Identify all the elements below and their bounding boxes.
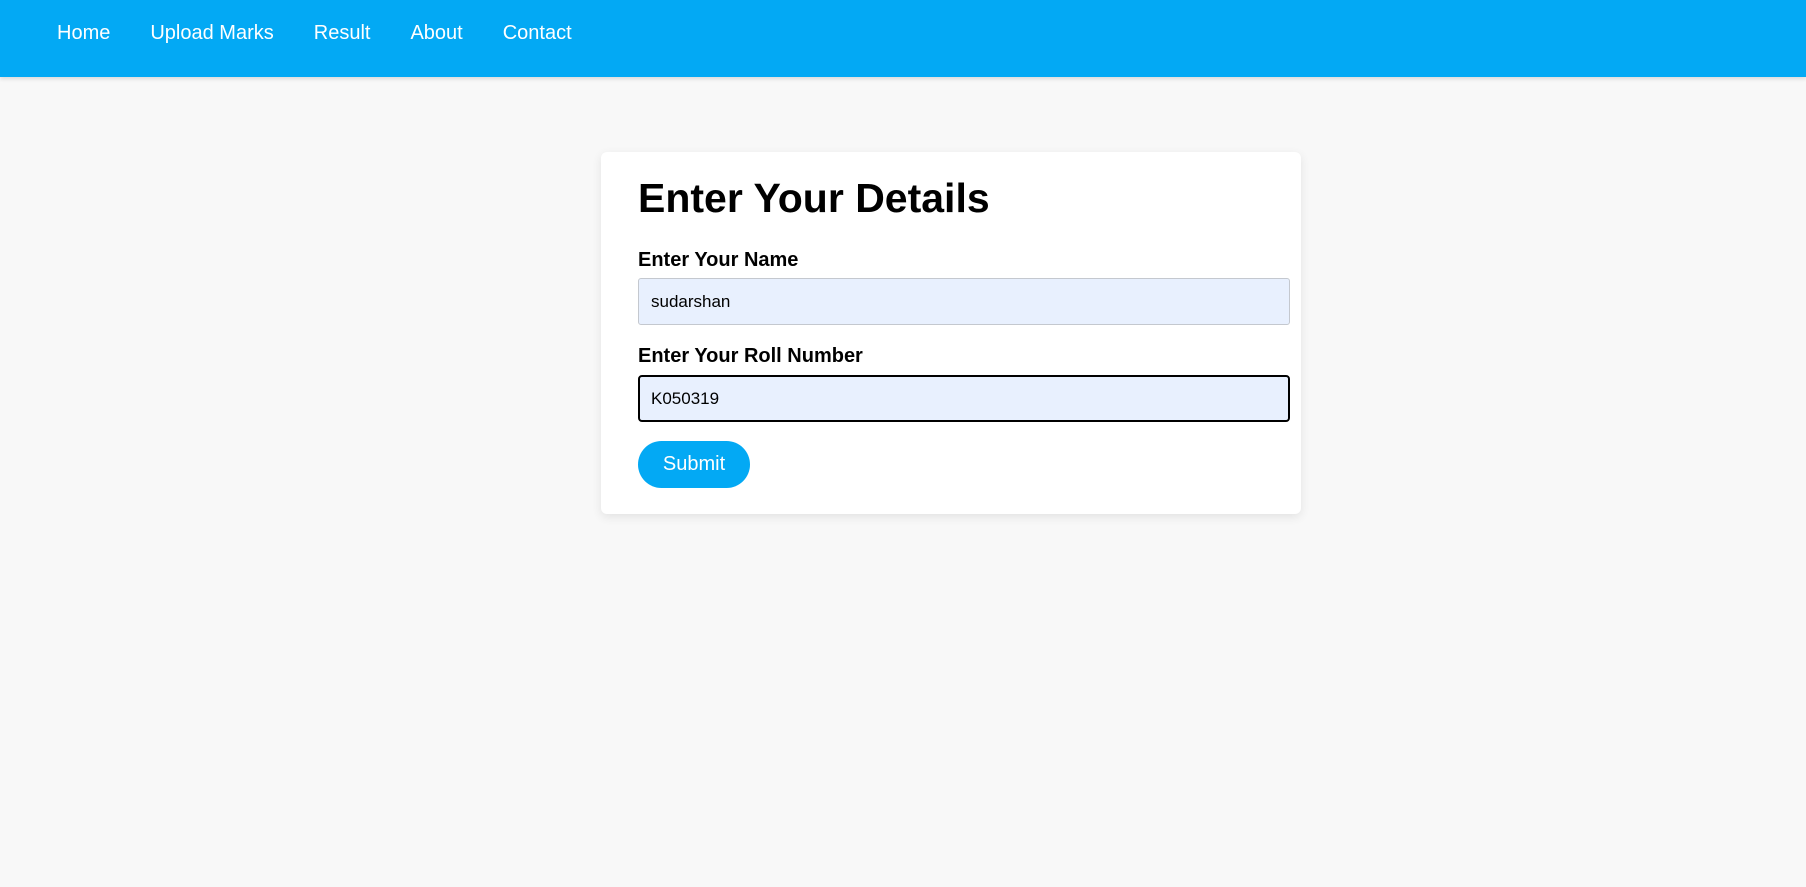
name-label: Enter Your Name [638,249,799,271]
details-form-card: Enter Your Details Enter Your Name Enter… [601,152,1301,514]
roll-number-label: Enter Your Roll Number [638,345,863,367]
nav-link-home[interactable]: Home [57,21,110,45]
roll-number-input[interactable] [638,375,1290,422]
name-input[interactable] [638,278,1290,325]
nav-link-about[interactable]: About [410,21,462,45]
nav-link-result[interactable]: Result [314,21,371,45]
form-title: Enter Your Details [638,175,990,221]
top-navbar: Home Upload Marks Result About Contact [0,0,1806,77]
submit-button[interactable]: Submit [638,441,750,488]
nav-link-upload-marks[interactable]: Upload Marks [150,21,273,45]
nav-link-contact[interactable]: Contact [503,21,572,45]
